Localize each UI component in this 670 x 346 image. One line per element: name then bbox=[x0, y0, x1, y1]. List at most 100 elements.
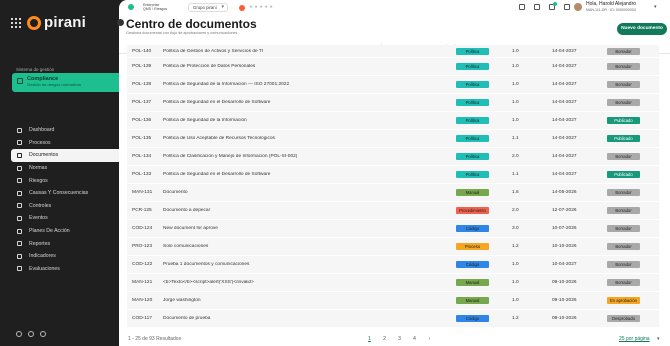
sidebar-item-documentos[interactable]: Documentos bbox=[11, 149, 121, 162]
table-row[interactable]: PCR-125 Documento a depecar Procedimiento 2… bbox=[127, 202, 659, 220]
doc-date: 14-04-2027 bbox=[552, 136, 577, 141]
company-info[interactable]: Enterprise QMS / Riesgos bbox=[128, 3, 436, 11]
sidebar-item-label: Evaluaciones bbox=[29, 265, 60, 272]
doc-code: POL-134 bbox=[132, 154, 152, 159]
document-icon[interactable] bbox=[534, 4, 540, 10]
table-row[interactable]: POL-136 Política de Seguridad de la Infor… bbox=[127, 112, 659, 130]
table-row[interactable]: MAN-120 Jorge washington Manual 1.0 09-10-20… bbox=[127, 292, 659, 310]
sidebar-item-riesgos[interactable]: Riesgos bbox=[11, 174, 121, 187]
doc-name: New document for aprove bbox=[163, 226, 218, 231]
chevron-down-icon[interactable]: ▾ bbox=[657, 336, 660, 342]
type-badge: Código bbox=[456, 315, 489, 322]
doc-type-cell: Política bbox=[456, 47, 512, 55]
doc-code: MAN-120 bbox=[132, 298, 153, 303]
doc-code: PCR-125 bbox=[132, 208, 152, 213]
sidebar-item-label: Procesos bbox=[29, 139, 51, 146]
table-row[interactable]: MAN-131 Documento Manual 1.6 14-05-2026 Borra… bbox=[127, 184, 659, 202]
results-count: 1 - 25 de 93 Resultados bbox=[128, 336, 182, 342]
next-page-button[interactable]: › bbox=[422, 336, 437, 342]
new-document-button[interactable]: Nuevo documento bbox=[617, 23, 667, 35]
rating-stars[interactable]: ★★★★★ bbox=[249, 4, 274, 10]
doc-type-cell: Política bbox=[456, 63, 512, 70]
table-row[interactable]: COD-117 Documento de prueba Código 1.2 08-10… bbox=[127, 310, 659, 328]
type-badge: Procedimiento bbox=[456, 207, 489, 214]
bell-icon[interactable] bbox=[549, 2, 557, 10]
type-badge: Política bbox=[456, 153, 489, 160]
chevron-down-icon[interactable]: ▾ bbox=[654, 4, 657, 10]
table-row[interactable]: PRO-123 Solo comunicaciones Proceso 1.2 10-1… bbox=[127, 238, 659, 256]
doc-type-cell: Política bbox=[456, 99, 512, 106]
user-menu[interactable]: Hola, Harold Alejandro MAN-111-DR · ID: … bbox=[574, 1, 636, 12]
doc-type-cell: Política bbox=[456, 153, 512, 160]
doc-type-cell: Código bbox=[456, 261, 512, 268]
doc-date: 09-10-2026 bbox=[552, 298, 577, 303]
lab-icon[interactable] bbox=[28, 331, 34, 337]
collapse-sidebar-button[interactable] bbox=[117, 19, 124, 26]
doc-state-cell: En aprobación bbox=[607, 297, 657, 304]
status-badge: Publicado bbox=[607, 117, 640, 124]
page-1[interactable]: 1 bbox=[362, 336, 377, 342]
type-badge: Política bbox=[456, 171, 489, 178]
sidebar-item-controles[interactable]: Controles bbox=[11, 200, 121, 213]
gear-icon[interactable] bbox=[564, 4, 570, 10]
share-icon[interactable] bbox=[519, 4, 525, 10]
table-row[interactable]: POL-140 Política de Gestión de Activos y … bbox=[127, 45, 659, 58]
doc-type-cell: Código bbox=[456, 315, 512, 322]
card-icon[interactable] bbox=[40, 331, 46, 337]
page-4[interactable]: 4 bbox=[407, 336, 422, 342]
sidebar-item-evaluaciones[interactable]: Evaluaciones bbox=[11, 263, 121, 276]
pirani-logo-icon bbox=[27, 15, 41, 30]
module-selector[interactable]: Compliance Gestión de riesgos normativos bbox=[12, 73, 124, 92]
brand-logo[interactable]: pirani bbox=[11, 14, 86, 31]
system-label: Sistema de gestión bbox=[16, 67, 55, 72]
doc-version: 1.6 bbox=[512, 190, 519, 195]
table-row[interactable]: POL-133 Política de Seguridad en el Desar… bbox=[127, 166, 659, 184]
doc-name: Política de Clasificación y Manejo de In… bbox=[163, 154, 298, 159]
help-icon[interactable] bbox=[16, 331, 22, 337]
sidebar-item-dashboard[interactable]: Dashboard bbox=[11, 124, 121, 137]
table-row[interactable]: POL-137 Política de Seguridad en el Desar… bbox=[127, 94, 659, 112]
table-row[interactable]: POL-138 Política de Seguridad de la Infor… bbox=[127, 76, 659, 94]
sidebar-item-eventos[interactable]: Eventos bbox=[11, 212, 121, 225]
record-icon[interactable] bbox=[239, 5, 245, 11]
pagination: 1 2 3 4 › bbox=[362, 336, 437, 342]
page-3[interactable]: 3 bbox=[392, 336, 407, 342]
doc-date: 14-04-2027 bbox=[552, 64, 577, 69]
sidebar-nav: Dashboard Procesos Documentos Normas Riesgos… bbox=[11, 124, 121, 275]
sidebar-item-label: Controles bbox=[29, 202, 52, 209]
sidebar-item-procesos[interactable]: Procesos bbox=[11, 137, 121, 150]
doc-code: POL-137 bbox=[132, 100, 152, 105]
table-row[interactable]: MAN-121 <b>Texto</b><script>alert('XSS')<… bbox=[127, 274, 659, 292]
sidebar-item-normas[interactable]: Normas bbox=[11, 162, 121, 175]
sidebar-item-indicadores[interactable]: Indicadores bbox=[11, 250, 121, 263]
apps-grid-icon[interactable] bbox=[11, 17, 21, 28]
doc-type-cell: Procedimiento bbox=[456, 207, 512, 214]
doc-name: Política de Seguridad en el Desarrollo d… bbox=[163, 100, 271, 105]
doc-type-cell: Manual bbox=[456, 189, 512, 196]
nav-icon bbox=[17, 266, 22, 272]
doc-state-cell: Desprobado bbox=[607, 315, 657, 322]
page-2[interactable]: 2 bbox=[377, 336, 392, 342]
type-badge: Política bbox=[456, 99, 489, 106]
sidebar-item-planes-de-acci-n[interactable]: Planes De Acción bbox=[11, 225, 121, 238]
doc-name: Política de Seguridad en el Desarrollo d… bbox=[163, 172, 271, 177]
status-badge: Borrador bbox=[607, 189, 640, 196]
doc-code: COD-117 bbox=[132, 316, 152, 321]
doc-type-cell: Manual bbox=[456, 297, 512, 304]
sidebar-item-reportes[interactable]: Reportes bbox=[11, 237, 121, 250]
table-row[interactable]: POL-135 Política de Uso Aceptable de Recu… bbox=[127, 130, 659, 148]
group-select[interactable]: Grupo pirani bbox=[188, 3, 228, 12]
doc-state-cell: Borrador bbox=[607, 279, 657, 286]
table-row[interactable]: COD-124 New document for aprove Código 3.0 1… bbox=[127, 220, 659, 238]
sidebar-item-label: Indicadores bbox=[29, 253, 56, 260]
nav-icon bbox=[17, 165, 22, 171]
status-badge: Publicado bbox=[607, 171, 640, 178]
table-row[interactable]: POL-139 Política de Protección de Datos P… bbox=[127, 58, 659, 76]
per-page-select[interactable]: 25 por página bbox=[619, 336, 650, 342]
doc-state-cell: Publicado bbox=[607, 117, 657, 124]
doc-date: 14-04-2027 bbox=[552, 118, 577, 123]
table-row[interactable]: COD-122 Prueba 1 documentos y comunicacio… bbox=[127, 256, 659, 274]
table-row[interactable]: POL-134 Política de Clasificación y Manej… bbox=[127, 148, 659, 166]
sidebar-item-causas-y-consecuencias[interactable]: Causas Y Consecuencias bbox=[11, 187, 121, 200]
doc-date: 14-04-2027 bbox=[552, 100, 577, 105]
